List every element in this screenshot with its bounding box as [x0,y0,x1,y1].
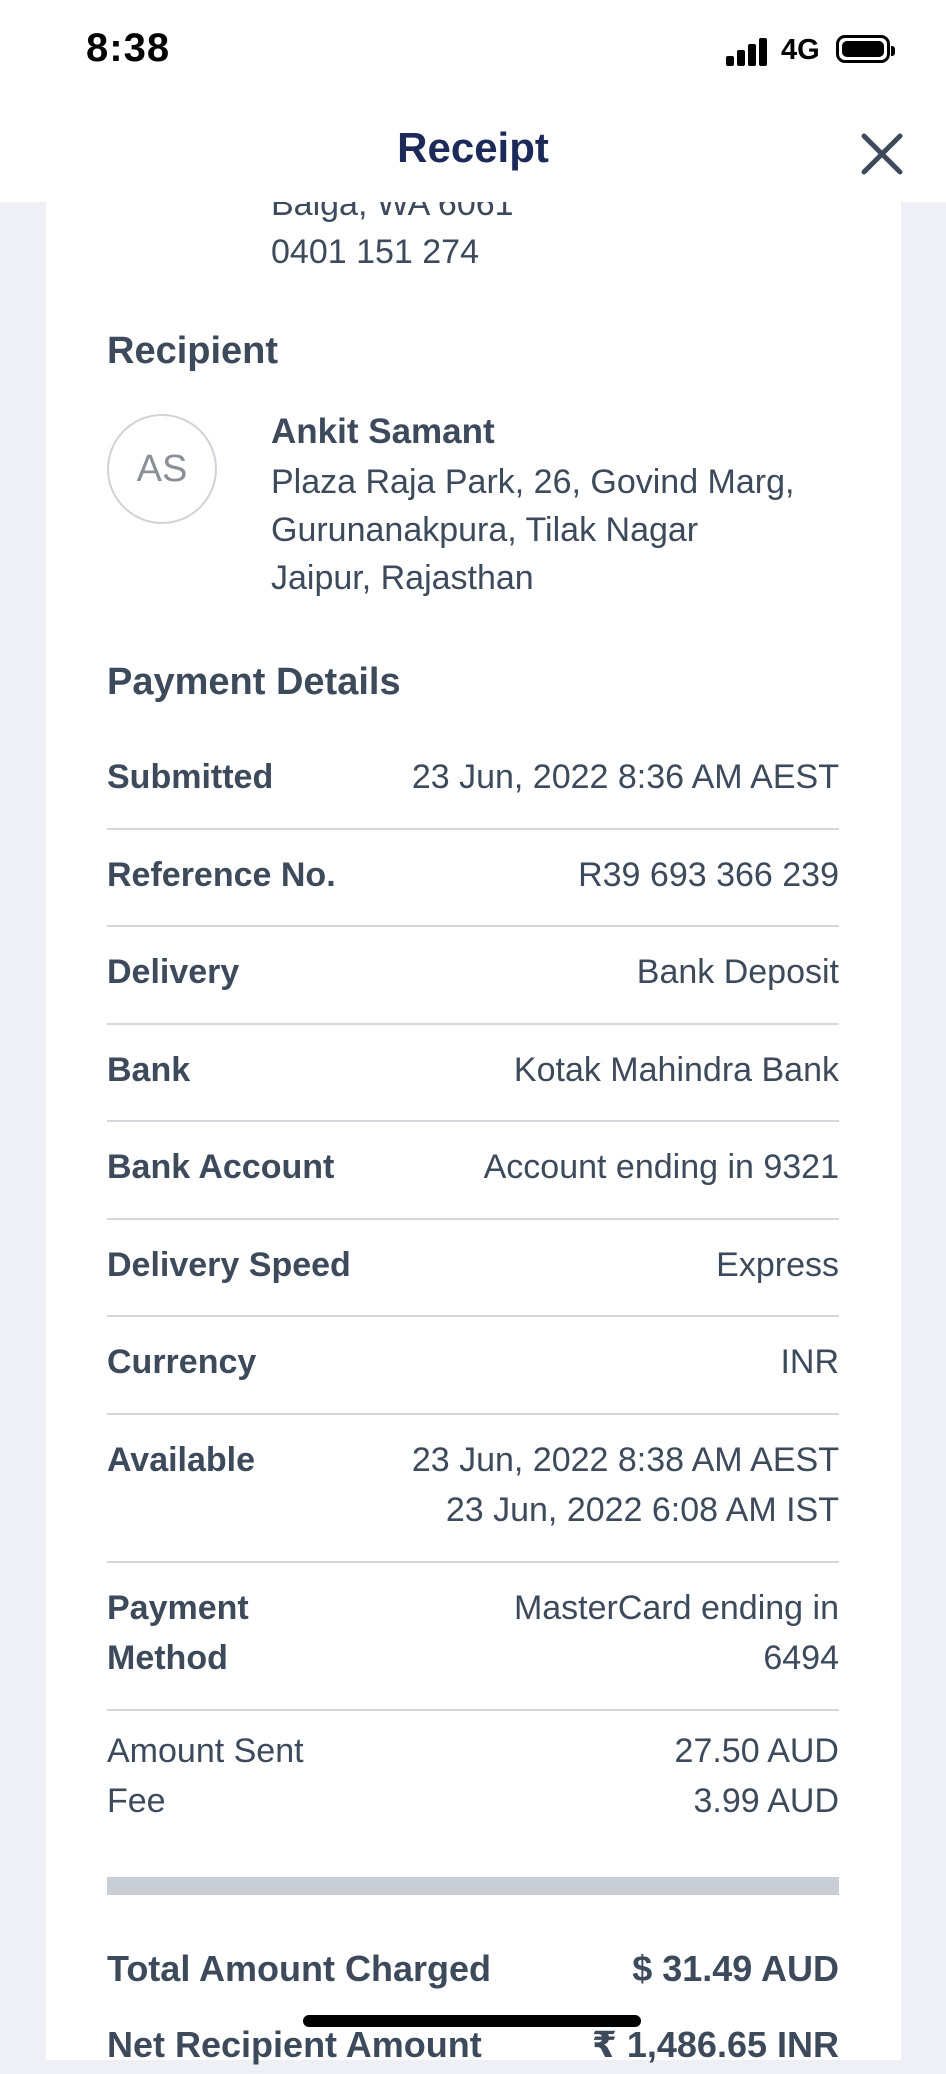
close-icon [861,133,903,175]
detail-row-bank-account: Bank Account Account ending in 9321 [107,1122,839,1220]
payment-method-label: Payment [107,1589,249,1627]
total-charged-row: Total Amount Charged $ 31.49 AUD [107,1948,839,1998]
detail-value: Account ending in 9321 [483,1148,839,1186]
signal-icon [726,36,770,66]
fee-label: Fee [107,1782,166,1820]
detail-value: MasterCard ending in 6494 [514,1583,839,1683]
recipient-address-line: Plaza Raja Park, 26, Govind Marg, [271,463,795,501]
available-time-aest: 23 Jun, 2022 8:38 AM AEST [411,1441,839,1479]
detail-row-bank: Bank Kotak Mahindra Bank [107,1025,839,1122]
detail-value: 23 Jun, 2022 8:38 AM AEST 23 Jun, 2022 6… [412,1435,839,1535]
total-divider [107,1877,839,1895]
net-recipient-label: Net Recipient Amount [107,2024,482,2065]
page-title: Receipt [397,124,549,171]
detail-label: Available [107,1441,256,1479]
payment-method-value: 6494 [763,1639,839,1677]
detail-label: Currency [107,1343,257,1381]
detail-value: 23 Jun, 2022 8:36 AM AEST [411,758,839,796]
amount-sent-value: 27.50 AUD [674,1732,839,1770]
detail-label: Reference No. [107,856,336,894]
net-recipient-row: Net Recipient Amount ₹ 1,486.65 INR [107,2024,839,2074]
detail-row-delivery: Delivery Bank Deposit [107,927,839,1025]
amount-sent-label: Amount Sent [107,1732,304,1770]
detail-label: Delivery [107,953,240,991]
avatar: AS [107,414,217,524]
receipt-header: Receipt [0,104,946,202]
detail-row-reference: Reference No. R39 693 366 239 [107,830,839,927]
network-type: 4G [781,34,820,66]
detail-label: Submitted [107,758,274,796]
detail-label: Payment Method [107,1583,249,1683]
recipient-name: Ankit Samant [271,412,495,451]
recipient-address-line: Jaipur, Rajasthan [271,559,534,597]
receipt-card: Balga, WA 6061 0401 151 274 Recipient AS… [46,160,901,2065]
recipient-section-title: Recipient [107,330,279,372]
amount-sent-row: Amount Sent 27.50 AUD [107,1732,839,1782]
payment-method-value: MasterCard ending in [513,1589,839,1627]
fee-row: Fee 3.99 AUD [107,1782,839,1832]
recipient-address-line: Gurunanakpura, Tilak Nagar [271,511,699,549]
total-charged-label: Total Amount Charged [107,1948,491,1989]
detail-label: Bank Account [107,1148,335,1186]
detail-row-currency: Currency INR [107,1317,839,1415]
payment-method-label: Method [107,1639,228,1677]
detail-row-delivery-speed: Delivery Speed Express [107,1220,839,1317]
fee-value: 3.99 AUD [693,1782,839,1820]
total-charged-value: $ 31.49 AUD [632,1948,839,1989]
sender-phone: 0401 151 274 [271,233,479,271]
available-time-ist: 23 Jun, 2022 6:08 AM IST [445,1491,839,1529]
status-time: 8:38 [86,26,171,70]
detail-row-submitted: Submitted 23 Jun, 2022 8:36 AM AEST [107,732,839,830]
detail-label: Bank [107,1051,191,1089]
detail-value: R39 693 366 239 [578,856,839,894]
status-bar: 8:38 4G [0,0,946,104]
battery-icon [836,35,895,63]
recipient-address: Plaza Raja Park, 26, Govind Marg, Guruna… [271,458,794,602]
net-recipient-value: ₹ 1,486.65 INR [591,2024,839,2065]
detail-value: Express [716,1246,839,1284]
detail-value: Bank Deposit [636,953,839,991]
detail-value: Kotak Mahindra Bank [513,1051,839,1089]
close-button[interactable] [852,124,912,184]
detail-row-payment-method: Payment Method MasterCard ending in 6494 [107,1563,839,1711]
home-indicator[interactable] [303,2015,641,2027]
detail-row-available: Available 23 Jun, 2022 8:38 AM AEST 23 J… [107,1415,839,1563]
detail-label: Delivery Speed [107,1246,351,1284]
payment-details-section-title: Payment Details [107,661,401,703]
detail-value: INR [780,1343,839,1381]
